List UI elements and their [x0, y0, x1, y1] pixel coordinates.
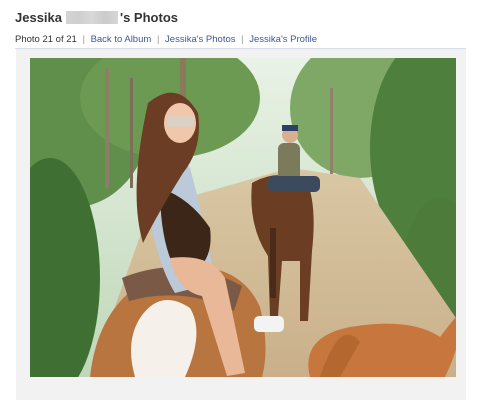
- back-to-album-link[interactable]: Back to Album: [91, 34, 152, 45]
- page-title: Jessika 's Photos: [15, 10, 178, 25]
- separator: |: [156, 34, 160, 45]
- user-profile-link[interactable]: Jessika's Profile: [249, 34, 317, 45]
- main-photo[interactable]: [30, 58, 456, 377]
- separator: |: [241, 34, 244, 45]
- title-name: Jessika: [15, 10, 62, 25]
- horse-riding-photo: [30, 58, 456, 377]
- photo-counter: Photo 21 of 21: [15, 34, 77, 45]
- separator: |: [82, 34, 85, 45]
- user-photos-link[interactable]: Jessika's Photos: [165, 34, 235, 45]
- photo-navigation: Photo 21 of 21 | Back to Album | Jessika…: [15, 34, 317, 45]
- title-suffix: 's Photos: [120, 10, 178, 25]
- censored-surname: [66, 11, 118, 24]
